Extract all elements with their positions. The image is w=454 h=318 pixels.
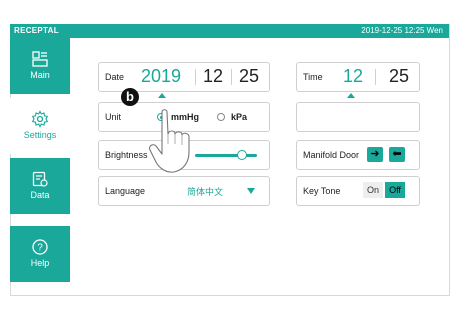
key-tone-on-button[interactable]: On [363, 182, 383, 198]
time-hour-up-arrow-icon[interactable] [347, 93, 355, 98]
language-select[interactable]: 简体中文 [187, 185, 223, 198]
date-setting: Date 2019 12 25 [98, 62, 270, 92]
manifold-door-label: Manifold Door [303, 150, 360, 160]
arrow-left-icon[interactable]: ⬅ [389, 147, 405, 162]
sidebar-item-label: Settings [23, 130, 57, 140]
pointing-hand-icon [149, 109, 190, 173]
callout-badge: b [121, 88, 139, 106]
empty-setting-slot [296, 102, 420, 132]
time-label: Time [303, 72, 323, 82]
date-day[interactable]: 25 [239, 66, 259, 87]
sidebar-item-main[interactable]: Main [10, 38, 70, 94]
chevron-down-icon[interactable] [247, 188, 255, 194]
brand-logo: RECEPTAL [14, 26, 59, 35]
sidebar-item-settings[interactable]: Settings [10, 98, 71, 154]
divider [231, 69, 232, 85]
sidebar-item-data[interactable]: Data [10, 158, 70, 214]
svg-text:?: ? [37, 243, 43, 254]
unit-radio-kpa[interactable] [217, 113, 225, 121]
divider [195, 69, 196, 85]
date-label: Date [105, 72, 125, 82]
sidebar-item-help[interactable]: ? Help [10, 226, 70, 282]
main-icon [31, 50, 49, 68]
data-icon [31, 170, 49, 188]
key-tone-off-button[interactable]: Off [385, 182, 405, 198]
gear-icon [31, 110, 49, 128]
language-label: Language [105, 186, 146, 196]
status-datetime: 2019-12-25 12:25 Wen [361, 26, 443, 35]
time-hour[interactable]: 12 [343, 66, 363, 87]
arrow-right-icon[interactable]: ➜ [367, 147, 383, 162]
key-tone-label: Key Tone [303, 186, 341, 196]
unit-label: Unit [105, 112, 122, 122]
time-setting: Time 12 25 [296, 62, 420, 92]
brightness-label: Brightness [105, 150, 148, 160]
language-setting: Language 简体中文 [98, 176, 270, 206]
date-month[interactable]: 12 [203, 66, 223, 87]
help-icon: ? [31, 238, 49, 256]
sidebar-item-label: Main [30, 70, 50, 80]
divider [375, 69, 376, 85]
sidebar-item-label: Help [30, 258, 50, 268]
manifold-door-setting: Manifold Door ➜ ⬅ [296, 140, 420, 170]
date-year-up-arrow-icon[interactable] [158, 93, 166, 98]
key-tone-setting: Key Tone On Off [296, 176, 420, 206]
date-year[interactable]: 2019 [141, 66, 181, 87]
time-minute[interactable]: 25 [389, 66, 409, 87]
top-status-bar: RECEPTAL 2019-12-25 12:25 Wen [10, 24, 449, 38]
sidebar-item-label: Data [30, 190, 50, 200]
brightness-slider-handle[interactable] [236, 150, 247, 160]
unit-option-kpa[interactable]: kPa [231, 112, 247, 122]
sidebar: Main Settings Data ? Help [10, 38, 71, 294]
